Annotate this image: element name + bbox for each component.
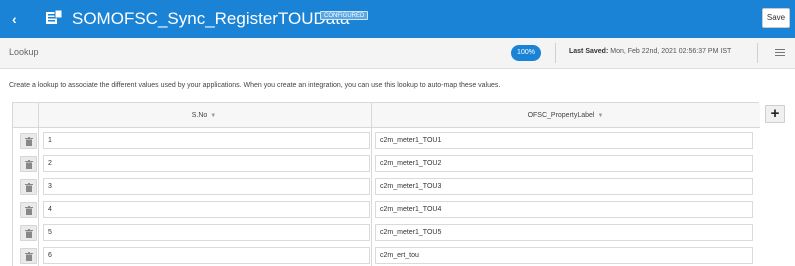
sno-cell[interactable]: 3 [43,178,370,195]
last-saved-label: Last Saved: [569,48,609,55]
property-label-cell[interactable]: c2m_meter1_TOU2 [375,155,753,172]
divider [757,43,758,63]
property-label-cell[interactable]: c2m_meter1_TOU3 [375,178,753,195]
completion-badge: 100% [511,45,541,61]
property-label-cell[interactable]: c2m_meter1_TOU1 [375,132,753,149]
column-header-sno[interactable]: S.No ▼ [38,103,370,128]
sub-header: Lookup 100% Last Saved: Mon, Feb 22nd, 2… [0,38,795,69]
table-header: S.No ▼ OFSC_PropertyLabel ▼ [13,103,760,128]
trash-icon[interactable] [20,248,37,264]
lookup-icon [46,9,63,24]
trash-icon[interactable] [20,156,37,172]
trash-icon[interactable] [20,133,37,149]
breadcrumb: Lookup [9,47,39,57]
sno-cell[interactable]: 6 [43,247,370,264]
table-row: 2 c2m_meter1_TOU2 [13,153,760,176]
property-label-cell[interactable]: c2m_ert_tou [375,247,753,264]
save-button[interactable]: Save [762,8,790,28]
add-row-button[interactable]: + [765,105,785,123]
last-saved-value: Mon, Feb 22nd, 2021 02:56:37 PM IST [610,48,732,55]
trash-icon[interactable] [20,225,37,241]
column-label: S.No [191,112,208,119]
last-saved-info: Last Saved: Mon, Feb 22nd, 2021 02:56:37… [569,48,731,55]
table-row: 1 c2m_meter1_TOU1 [13,130,760,153]
property-label-cell[interactable]: c2m_meter1_TOU5 [375,224,753,241]
app-header: ‹ SOMOFSC_Sync_RegisterTOUData CONFIGURE… [0,0,795,38]
trash-icon[interactable] [20,202,37,218]
hamburger-icon[interactable] [775,49,785,57]
table-row: 3 c2m_meter1_TOU3 [13,176,760,199]
lookup-table: S.No ▼ OFSC_PropertyLabel ▼ 1 c2m_meter1_T… [12,102,760,266]
column-header-property-label[interactable]: OFSC_PropertyLabel ▼ [371,103,760,128]
trash-icon[interactable] [20,179,37,195]
table-row: 6 c2m_ert_tou [13,245,760,266]
status-badge: CONFIGURED [320,11,369,20]
sno-cell[interactable]: 1 [43,132,370,149]
lookup-description: Create a lookup to associate the differe… [9,82,501,89]
sno-cell[interactable]: 4 [43,201,370,218]
column-label: OFSC_PropertyLabel [527,112,595,119]
divider [555,43,556,63]
sort-icon[interactable]: ▼ [597,113,603,119]
sno-cell[interactable]: 5 [43,224,370,241]
property-label-cell[interactable]: c2m_meter1_TOU4 [375,201,753,218]
back-button[interactable]: ‹ [12,10,26,28]
sno-cell[interactable]: 2 [43,155,370,172]
table-row: 5 c2m_meter1_TOU5 [13,222,760,245]
page-title: SOMOFSC_Sync_RegisterTOUData [72,9,350,28]
table-row: 4 c2m_meter1_TOU4 [13,199,760,222]
sort-icon[interactable]: ▼ [210,113,216,119]
